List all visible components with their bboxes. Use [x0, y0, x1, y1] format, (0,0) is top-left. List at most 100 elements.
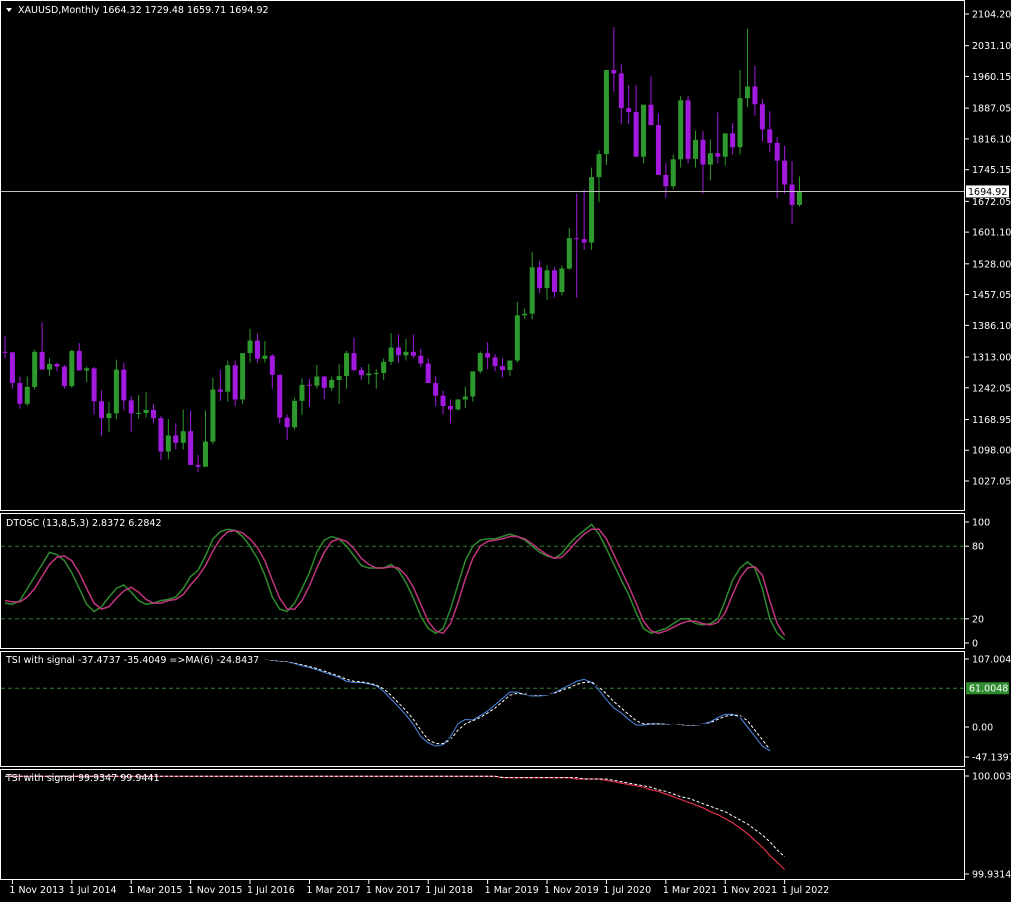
candle-body [633, 112, 639, 157]
x-axis: 1 Nov 2013 1 Jul 2014 1 Mar 2015 1 Nov 2015… [9, 880, 829, 896]
candle-body [796, 191, 802, 205]
y-tick-label: 80 [972, 542, 984, 553]
candle-body [752, 86, 758, 105]
candle-body [240, 353, 246, 400]
x-tick-label: 1 Jul 2018 [425, 885, 473, 896]
candle-body [648, 104, 654, 126]
tsi1-ma-line [5, 658, 771, 744]
tsi2-line [5, 775, 786, 870]
candle-body [603, 70, 609, 155]
candle-body [589, 177, 595, 243]
x-tick-label: 1 Jul 2014 [69, 885, 117, 896]
dtosc-levels [1, 545, 964, 620]
candle-body [492, 357, 498, 367]
candle-body [225, 365, 231, 392]
tsi2-y-axis: 100.0032 99.9314 [965, 772, 1011, 881]
candle-body [76, 350, 82, 371]
candle-body [477, 353, 483, 372]
price-tag: 1694.92 [966, 185, 1009, 198]
candle-body [165, 435, 171, 452]
candle-body [641, 104, 647, 157]
candle-body [314, 376, 320, 386]
candle-body [566, 238, 572, 269]
main-panel-border [0, 0, 965, 511]
candle-body [247, 340, 253, 354]
candle-body [351, 353, 357, 371]
candle-body [9, 352, 15, 384]
x-tick-label: 1 Mar 2019 [485, 885, 539, 896]
candle-body [730, 133, 736, 148]
candle-body [54, 363, 60, 367]
candle-body [707, 153, 713, 165]
tsi2-signal-line [5, 775, 785, 858]
candle-body [418, 355, 424, 364]
candle-body [396, 347, 402, 356]
candle-body [336, 376, 342, 381]
main-y-tick-label: 1242.05 [972, 383, 1011, 394]
dtosc-fast-line [4, 523, 786, 641]
candle-body [329, 380, 335, 388]
main-y-tick-label: 2104.20 [972, 10, 1011, 21]
x-tick-label: 1 Mar 2015 [128, 885, 182, 896]
candle-body [507, 360, 513, 371]
candle-body [670, 159, 676, 187]
candle-body [143, 409, 149, 413]
x-tick-label: 1 Jul 2020 [603, 885, 651, 896]
main-y-tick-label: 1313.00 [972, 353, 1011, 364]
main-y-tick-label: 1601.10 [972, 228, 1011, 239]
candle-body [24, 386, 30, 404]
candle-body [306, 384, 312, 386]
candlestick-series [2, 27, 802, 473]
y-tick-label: 100 [972, 518, 990, 529]
candle-body [210, 389, 216, 442]
tsi1-line [5, 658, 771, 752]
dropdown-triangle-icon[interactable] [6, 8, 12, 12]
x-tick-label: 1 Jul 2016 [247, 885, 295, 896]
x-tick-label: 1 Nov 2013 [9, 885, 64, 896]
main-y-tick-label: 1457.05 [972, 290, 1011, 301]
candle-body [277, 374, 283, 418]
candle-body [774, 142, 780, 161]
dtosc-panel-border [0, 513, 965, 649]
y-tick-label: -47.1397 [972, 753, 1011, 764]
candle-body [626, 108, 632, 113]
symbol-header-text: XAUUSD,Monthly 1664.32 1729.48 1659.71 1… [18, 5, 269, 16]
candle-body [618, 73, 624, 109]
candle-body [789, 184, 795, 205]
x-tick-label: 1 Nov 2021 [722, 885, 777, 896]
candle-body [759, 104, 765, 130]
candle-body [722, 133, 728, 157]
dtosc-y-axis: 100 80 20 0 [965, 518, 990, 650]
candle-body [581, 239, 587, 243]
candle-body [188, 431, 194, 465]
main-y-tick-label: 1528.00 [972, 259, 1011, 270]
tsi1-panel-border [0, 651, 965, 767]
candle-body [693, 139, 699, 159]
y-tick-label: 100.0032 [972, 772, 1011, 783]
candle-body [254, 340, 260, 359]
x-tick-label: 1 Nov 2015 [188, 885, 243, 896]
candle-body [745, 86, 750, 99]
candle-body [91, 368, 97, 402]
candle-body [217, 389, 223, 392]
x-tick-label: 1 Nov 2019 [544, 885, 599, 896]
y-tick-label: 99.9314 [972, 870, 1011, 881]
tsi2-header-text: TSI with signal 99.9347 99.9441 [5, 773, 160, 784]
main-y-tick-label: 1887.05 [972, 104, 1011, 115]
x-tick-label: 1 Mar 2017 [306, 885, 360, 896]
candle-body [151, 409, 156, 419]
tsi1-signal-line [5, 658, 771, 750]
candle-body [292, 400, 298, 428]
candle-body [17, 383, 23, 404]
candle-body [195, 464, 201, 467]
main-y-tick-label: 1960.15 [972, 72, 1011, 83]
candle-body [84, 368, 90, 371]
candle-body [499, 366, 505, 371]
candle-body [136, 412, 142, 414]
candle-body [373, 373, 379, 375]
candle-body [173, 435, 179, 443]
candle-body [537, 267, 543, 289]
tsi2-panel-border [0, 769, 965, 880]
y-tick-label: 107.004 [972, 655, 1011, 666]
dtosc-header-text: DTOSC (13,8,5,3) 2.8372 6.2842 [6, 518, 162, 529]
